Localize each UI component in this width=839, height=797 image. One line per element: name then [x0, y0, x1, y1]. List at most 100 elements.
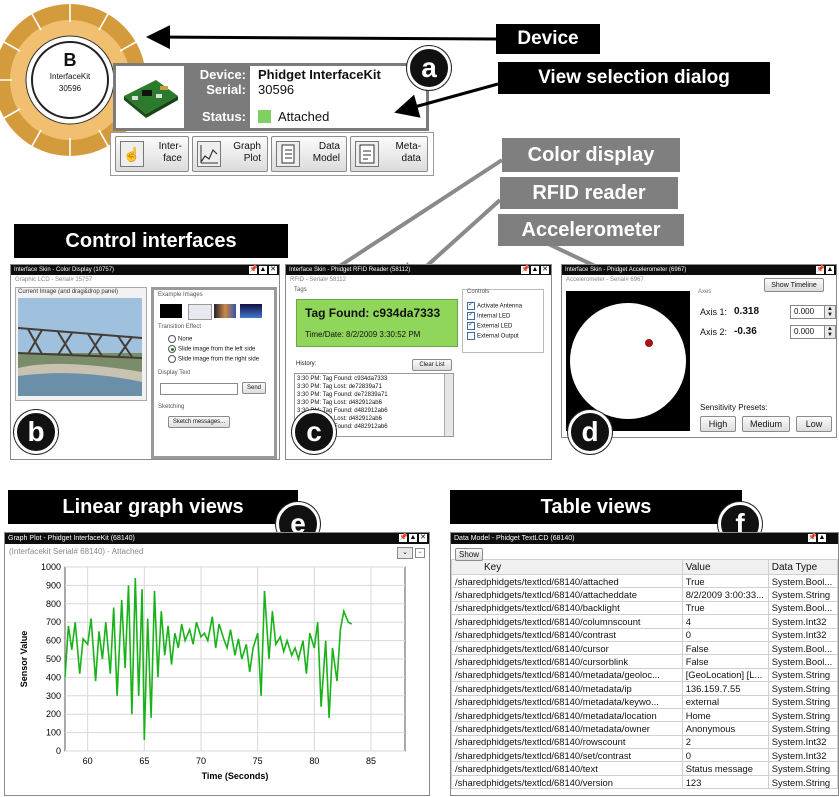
type-cell: System.Int32 — [767, 614, 838, 629]
type-cell: System.String — [767, 587, 838, 602]
key-cell: /sharedphidgets/textlcd/68140/attachedda… — [451, 587, 683, 602]
external-output-checkbox[interactable]: External Output — [467, 332, 519, 340]
color-display-callout: Color display — [502, 138, 680, 172]
medium-preset-button[interactable]: Medium — [742, 416, 790, 432]
external-led-checkbox[interactable]: External LED — [467, 320, 512, 330]
y-tick-label: 100 — [46, 728, 61, 738]
close-icon[interactable]: ✕ — [419, 534, 427, 542]
x-tick-label: 75 — [253, 756, 263, 766]
badge-d: d — [568, 410, 612, 454]
table-row[interactable]: /sharedphidgets/textlcd/68140/metadata/l… — [451, 707, 838, 723]
graph-plot-window: Graph Plot - Phidget InterfaceKit (68140… — [4, 532, 430, 796]
type-cell: System.Bool... — [767, 600, 838, 616]
pin-icon[interactable]: 📌 — [816, 266, 825, 274]
pin-icon[interactable]: 📌 — [521, 266, 530, 274]
x-tick-label: 65 — [139, 756, 149, 766]
value-column-header[interactable]: Value — [681, 559, 769, 575]
axis1-value: 0.318 — [734, 306, 760, 317]
table-row[interactable]: /sharedphidgets/textlcd/68140/columnscou… — [451, 614, 838, 629]
pin-icon[interactable]: 📌 — [399, 534, 408, 542]
table-row[interactable]: /sharedphidgets/textlcd/68140/contrast 0 S… — [451, 627, 838, 642]
x-tick-label: 80 — [309, 756, 319, 766]
table-row[interactable]: /sharedphidgets/textlcd/68140/metadata/k… — [451, 694, 838, 709]
type-cell: System.String — [767, 761, 838, 776]
key-cell: /sharedphidgets/textlcd/68140/cursorblin… — [451, 654, 683, 669]
radio-slide-right[interactable]: Slide image from the right side — [168, 355, 259, 363]
value-cell: 0 — [681, 748, 769, 763]
collapse-icon[interactable]: ▲ — [818, 534, 826, 542]
send-button[interactable]: Send — [242, 382, 266, 394]
radio-none[interactable]: None — [168, 335, 192, 343]
value-cell: external — [681, 694, 769, 709]
close-icon[interactable]: ✕ — [541, 266, 549, 274]
sensor-line-chart: 0 100 200 300 400 500 600 700 800 900 1000 60 65 70 75… — [19, 562, 406, 781]
value-cell: Anonymous — [681, 721, 769, 736]
collapse-icon[interactable]: ▲ — [259, 266, 267, 274]
activate-antenna-checkbox[interactable]: Activate Antenna — [467, 300, 522, 310]
sketch-messages-button[interactable]: Sketch messages... — [168, 416, 230, 428]
display-text-input[interactable] — [160, 383, 238, 395]
bridge-photo — [18, 298, 142, 396]
history-scrollbar[interactable] — [444, 374, 453, 436]
type-cell: System.Bool... — [767, 654, 838, 669]
high-preset-button[interactable]: High — [700, 416, 736, 432]
display-text-label: Display Text — [158, 370, 191, 376]
x-tick-label: 85 — [366, 756, 376, 766]
axes-label: Axes — [698, 289, 712, 295]
y-tick-label: 400 — [46, 672, 61, 682]
radio-slide-left[interactable]: Slide image from the left side — [168, 345, 255, 353]
graph-dropdown[interactable]: ⌄ — [397, 547, 413, 559]
show-timeline-button[interactable]: Show Timeline — [764, 278, 824, 292]
current-image-panel[interactable]: Current Image (and drag&drop panel) — [15, 287, 147, 401]
table-row[interactable]: /sharedphidgets/textlcd/68140/cursor Fals… — [451, 640, 838, 656]
controls-label: Controls — [467, 289, 490, 295]
clear-list-button[interactable]: Clear List — [412, 359, 452, 371]
close-icon[interactable]: ✕ — [269, 266, 277, 274]
graph-collapse-icon[interactable]: − — [415, 548, 425, 558]
table-row[interactable]: /sharedphidgets/textlcd/68140/metadata/o… — [451, 721, 838, 736]
table-row[interactable]: /sharedphidgets/textlcd/68140/cursorblin… — [451, 654, 838, 669]
example-image-1[interactable] — [160, 304, 182, 318]
type-cell: System.Int32 — [767, 734, 838, 750]
key-column-header[interactable]: Key — [451, 559, 683, 575]
collapse-icon[interactable]: ▲ — [409, 534, 417, 542]
y-tick-label: 600 — [46, 636, 61, 646]
value-cell: [GeoLocation] [L... — [681, 667, 769, 683]
axis2-spinner[interactable]: ▲ ▼ — [824, 325, 836, 339]
table-views-callout: Table views — [450, 490, 742, 524]
key-cell: /sharedphidgets/textlcd/68140/set/contra… — [451, 748, 683, 763]
y-tick-label: 200 — [46, 709, 61, 719]
transition-effect-label: Transition Effect — [158, 324, 202, 330]
y-tick-label: 300 — [46, 691, 61, 701]
collapse-icon[interactable]: ▲ — [826, 266, 834, 274]
history-entry: 3:30 PM: Tag Found: de72839a71 — [297, 392, 388, 398]
table-row[interactable]: /sharedphidgets/textlcd/68140/metadata/i… — [451, 681, 838, 696]
x-tick-label: 70 — [196, 756, 206, 766]
table-row[interactable]: /sharedphidgets/textlcd/68140/rowscount 2… — [451, 734, 838, 750]
y-tick-label: 0 — [56, 746, 61, 756]
table-row[interactable]: /sharedphidgets/textlcd/68140/backlight T… — [451, 600, 838, 616]
example-image-4[interactable] — [240, 304, 262, 318]
data-model-table: Key Value Data Type /sharedphidgets/text… — [451, 559, 838, 790]
rfid-titlebar: Interface Skin - Phidget RFID Reader (58… — [286, 265, 551, 275]
internal-led-checkbox[interactable]: Internal LED — [467, 310, 510, 320]
table-row[interactable]: /sharedphidgets/textlcd/68140/set/contra… — [451, 748, 838, 763]
example-image-3[interactable] — [214, 304, 236, 318]
type-column-header[interactable]: Data Type — [767, 559, 838, 575]
table-row[interactable]: /sharedphidgets/textlcd/68140/attached Tr… — [451, 573, 838, 589]
collapse-icon[interactable]: ▲ — [531, 266, 539, 274]
low-preset-button[interactable]: Low — [796, 416, 832, 432]
axis1-spinner[interactable]: ▲ ▼ — [824, 305, 836, 319]
pin-icon[interactable]: 📌 — [808, 534, 817, 542]
axis2-value: -0.36 — [734, 326, 757, 337]
value-cell: 4 — [681, 614, 769, 629]
pin-icon[interactable]: 📌 — [249, 266, 258, 274]
current-image-label: Current Image (and drag&drop panel) — [18, 289, 119, 295]
example-image-2[interactable] — [188, 304, 212, 320]
table-row[interactable]: /sharedphidgets/textlcd/68140/metadata/g… — [451, 667, 838, 683]
table-row[interactable]: /sharedphidgets/textlcd/68140/text Status… — [451, 761, 838, 776]
show-button[interactable]: Show — [455, 548, 483, 561]
table-row[interactable]: /sharedphidgets/textlcd/68140/attachedda… — [451, 587, 838, 602]
table-row[interactable]: /sharedphidgets/textlcd/68140/version 123… — [451, 774, 838, 790]
tag-found-text: Tag Found: c934da7333 — [305, 306, 441, 320]
